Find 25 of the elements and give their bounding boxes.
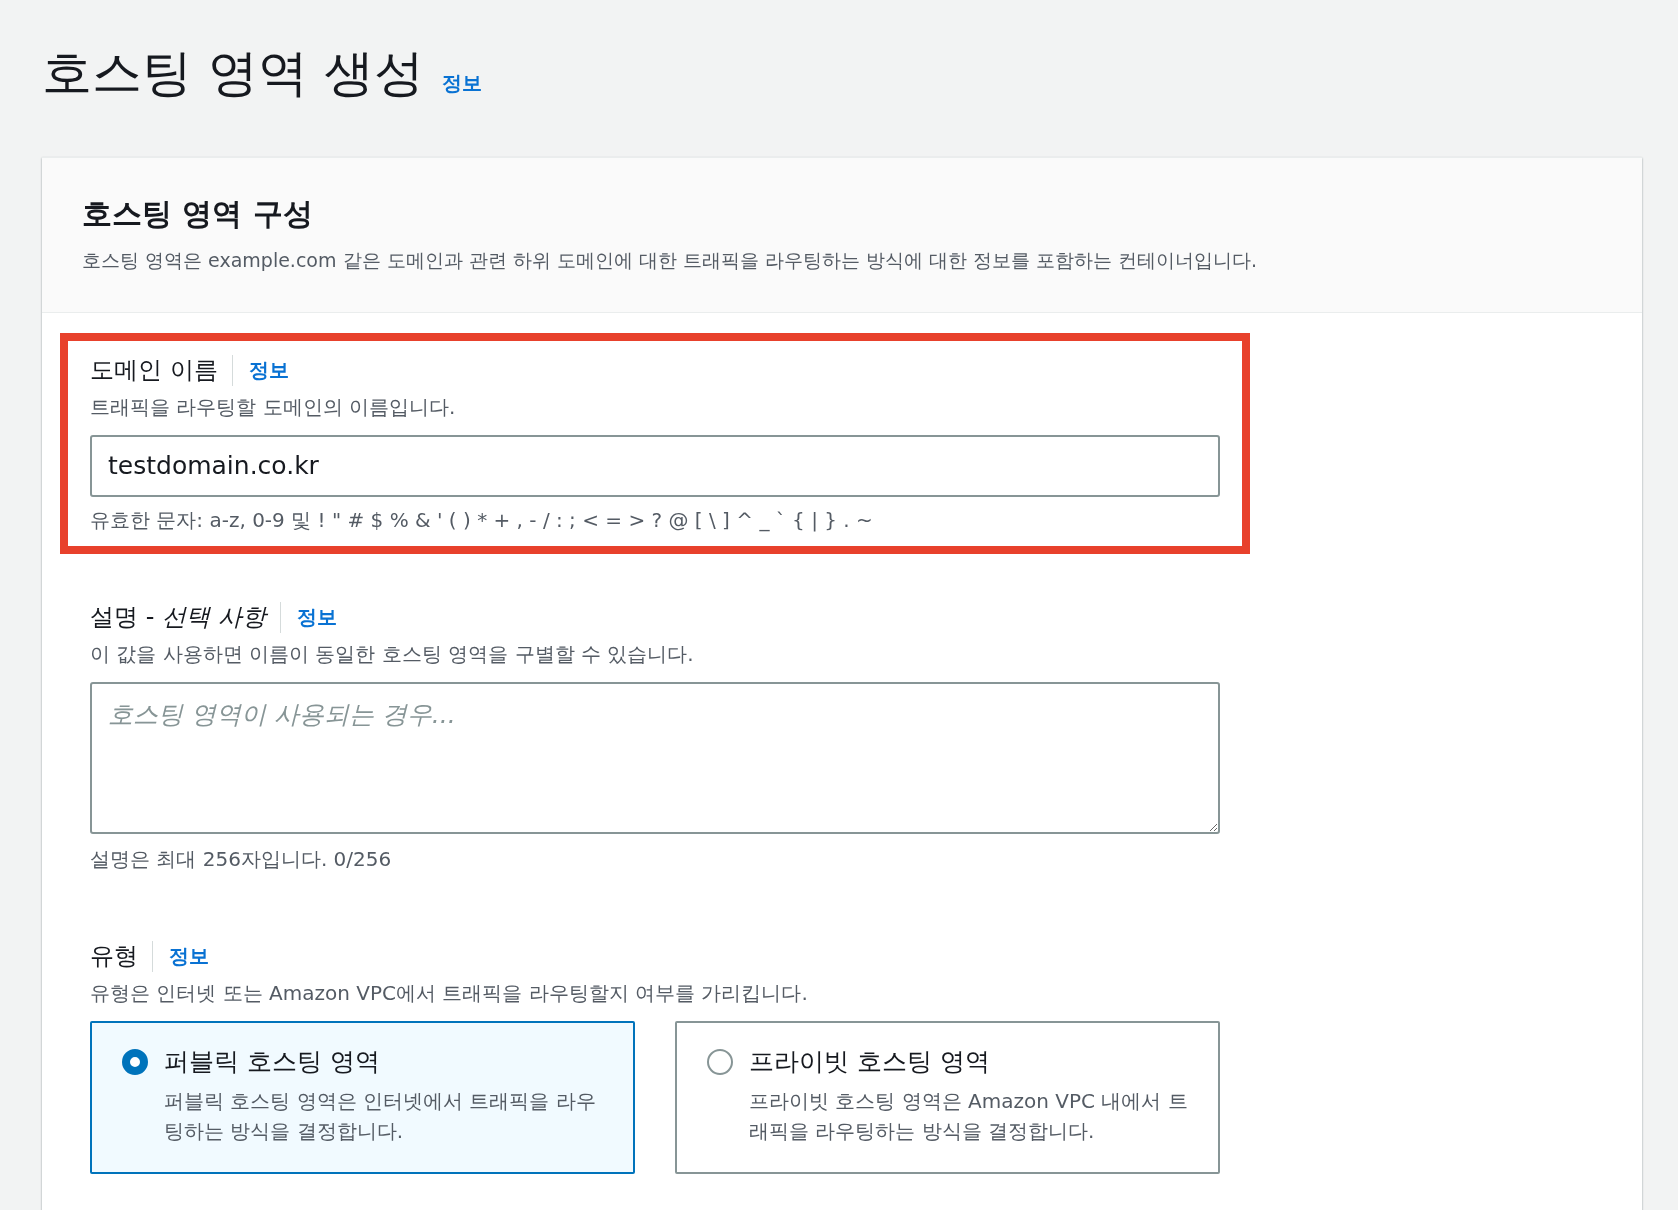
option-title: 프라이빗 호스팅 영역 <box>749 1046 991 1079</box>
option-description: 프라이빗 호스팅 영역은 Amazon VPC 내에서 트래픽을 라우팅하는 방식을 결정합니다. <box>749 1088 1188 1146</box>
card-title: 호스팅 영역 구성 <box>82 195 314 233</box>
field-description: 이 값을 사용하면 이름이 동일한 호스팅 영역을 구별할 수 있습니다. <box>90 640 695 668</box>
domain-name-input[interactable]: testdomain.co.kr <box>90 434 1220 497</box>
radio-button[interactable] <box>122 1049 148 1076</box>
option-title: 퍼블릭 호스팅 영역 <box>164 1046 381 1079</box>
constraint-text: 유효한 문자: a-z, 0-9 및 ! " # $ % & ' ( ) * + , - / : ; < = > ? @ [ \ ] ^ _ ` { | } . ~ <box>90 506 874 534</box>
field-label: 도메인 이름 <box>90 354 233 386</box>
info-link[interactable]: 정보 <box>169 943 209 971</box>
field-label: 설명 - 선택 사항 <box>90 601 281 633</box>
constraint-text: 설명은 최대 256자입니다. 0/256 <box>90 845 393 873</box>
info-link[interactable]: 정보 <box>441 70 482 97</box>
description-textarea[interactable]: 호스팅 영역이 사용되는 경우... <box>90 681 1220 834</box>
info-link[interactable]: 정보 <box>296 603 337 631</box>
field-label: 유형 <box>90 940 153 973</box>
radio-button[interactable] <box>707 1049 733 1076</box>
field-description: 트래픽을 라우팅할 도메인의 이름입니다. <box>90 393 457 421</box>
info-link[interactable]: 정보 <box>248 356 289 384</box>
radio-card[interactable]: 프라이빗 호스팅 영역 프라이빗 호스팅 영역은 Amazon VPC 내에서 트래픽을 라우팅하는 방식을 결정합니다. <box>675 1021 1220 1175</box>
card-description: 호스팅 영역은 example.com 같은 도메인과 관련 하위 도메인에 대한 트래픽을 라우팅하는 방식에 대한 정보를 포함하는 컨테이너입니다. <box>82 248 1259 273</box>
field-description: 유형은 인터넷 또는 Amazon VPC에서 트래픽을 라우팅할지 여부를 가리킵니다. <box>90 980 809 1008</box>
option-description: 퍼블릭 호스팅 영역은 인터넷에서 트래픽을 라우팅하는 방식을 결정합니다. <box>164 1088 597 1146</box>
radio-card[interactable]: 퍼블릭 호스팅 영역 퍼블릭 호스팅 영역은 인터넷에서 트래픽을 라우팅하는 방식을 결정합니다. <box>90 1021 635 1175</box>
page-title: 호스팅 영역 생성 <box>42 43 424 104</box>
